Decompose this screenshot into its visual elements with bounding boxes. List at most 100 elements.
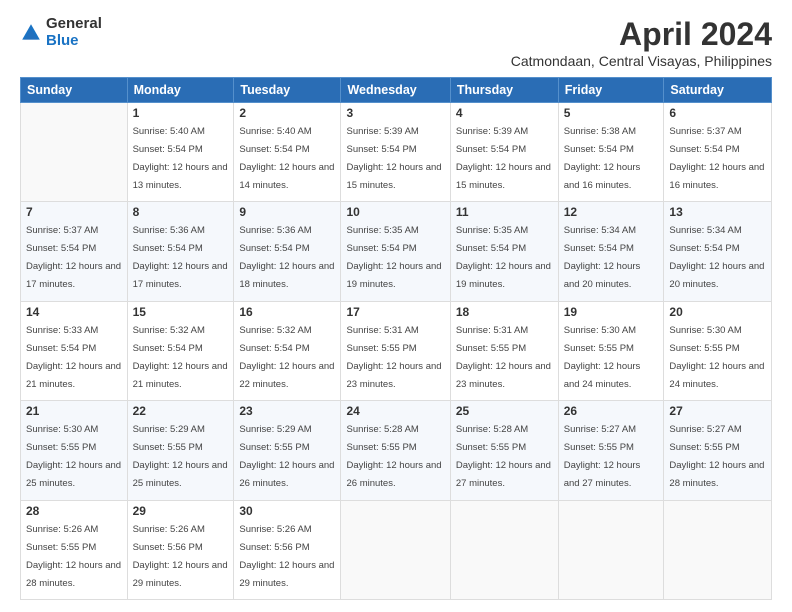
day-number: 7: [26, 205, 122, 219]
day-info: Sunrise: 5:37 AMSunset: 5:54 PMDaylight:…: [26, 225, 121, 290]
day-number: 10: [346, 205, 444, 219]
day-number: 23: [239, 404, 335, 418]
col-friday: Friday: [558, 78, 664, 103]
day-number: 8: [133, 205, 229, 219]
calendar-cell: 10 Sunrise: 5:35 AMSunset: 5:54 PMDaylig…: [341, 202, 450, 301]
col-tuesday: Tuesday: [234, 78, 341, 103]
day-number: 2: [239, 106, 335, 120]
location: Catmondaan, Central Visayas, Philippines: [511, 53, 772, 69]
day-info: Sunrise: 5:30 AMSunset: 5:55 PMDaylight:…: [26, 424, 121, 489]
calendar-cell: [664, 500, 772, 599]
week-row-1: 1 Sunrise: 5:40 AMSunset: 5:54 PMDayligh…: [21, 103, 772, 202]
day-info: Sunrise: 5:37 AMSunset: 5:54 PMDaylight:…: [669, 126, 764, 191]
calendar-cell: 11 Sunrise: 5:35 AMSunset: 5:54 PMDaylig…: [450, 202, 558, 301]
day-info: Sunrise: 5:34 AMSunset: 5:54 PMDaylight:…: [564, 225, 641, 290]
calendar-cell: 24 Sunrise: 5:28 AMSunset: 5:55 PMDaylig…: [341, 401, 450, 500]
logo-icon: [20, 22, 42, 44]
day-info: Sunrise: 5:34 AMSunset: 5:54 PMDaylight:…: [669, 225, 764, 290]
logo-blue: Blue: [46, 33, 102, 50]
logo: General Blue: [20, 16, 102, 49]
calendar-cell: 3 Sunrise: 5:39 AMSunset: 5:54 PMDayligh…: [341, 103, 450, 202]
day-info: Sunrise: 5:38 AMSunset: 5:54 PMDaylight:…: [564, 126, 641, 191]
day-info: Sunrise: 5:27 AMSunset: 5:55 PMDaylight:…: [669, 424, 764, 489]
month-title: April 2024: [511, 16, 772, 53]
day-info: Sunrise: 5:26 AMSunset: 5:55 PMDaylight:…: [26, 524, 121, 589]
day-number: 13: [669, 205, 766, 219]
day-number: 20: [669, 305, 766, 319]
title-area: April 2024 Catmondaan, Central Visayas, …: [511, 16, 772, 69]
calendar-cell: 13 Sunrise: 5:34 AMSunset: 5:54 PMDaylig…: [664, 202, 772, 301]
logo-general: General: [46, 16, 102, 33]
calendar-cell: 12 Sunrise: 5:34 AMSunset: 5:54 PMDaylig…: [558, 202, 664, 301]
day-number: 17: [346, 305, 444, 319]
calendar-cell: 22 Sunrise: 5:29 AMSunset: 5:55 PMDaylig…: [127, 401, 234, 500]
calendar-cell: 15 Sunrise: 5:32 AMSunset: 5:54 PMDaylig…: [127, 301, 234, 400]
day-number: 24: [346, 404, 444, 418]
day-info: Sunrise: 5:28 AMSunset: 5:55 PMDaylight:…: [456, 424, 551, 489]
calendar-cell: [558, 500, 664, 599]
day-number: 12: [564, 205, 659, 219]
day-info: Sunrise: 5:35 AMSunset: 5:54 PMDaylight:…: [346, 225, 441, 290]
day-info: Sunrise: 5:29 AMSunset: 5:55 PMDaylight:…: [239, 424, 334, 489]
calendar-cell: 16 Sunrise: 5:32 AMSunset: 5:54 PMDaylig…: [234, 301, 341, 400]
week-row-4: 21 Sunrise: 5:30 AMSunset: 5:55 PMDaylig…: [21, 401, 772, 500]
day-number: 22: [133, 404, 229, 418]
day-number: 19: [564, 305, 659, 319]
day-info: Sunrise: 5:36 AMSunset: 5:54 PMDaylight:…: [239, 225, 334, 290]
day-number: 30: [239, 504, 335, 518]
day-number: 18: [456, 305, 553, 319]
calendar-cell: 1 Sunrise: 5:40 AMSunset: 5:54 PMDayligh…: [127, 103, 234, 202]
day-number: 26: [564, 404, 659, 418]
calendar-cell: 30 Sunrise: 5:26 AMSunset: 5:56 PMDaylig…: [234, 500, 341, 599]
col-sunday: Sunday: [21, 78, 128, 103]
day-number: 27: [669, 404, 766, 418]
calendar-cell: 17 Sunrise: 5:31 AMSunset: 5:55 PMDaylig…: [341, 301, 450, 400]
week-row-5: 28 Sunrise: 5:26 AMSunset: 5:55 PMDaylig…: [21, 500, 772, 599]
day-info: Sunrise: 5:32 AMSunset: 5:54 PMDaylight:…: [133, 325, 228, 390]
day-number: 6: [669, 106, 766, 120]
day-number: 3: [346, 106, 444, 120]
calendar-cell: 28 Sunrise: 5:26 AMSunset: 5:55 PMDaylig…: [21, 500, 128, 599]
calendar-cell: 4 Sunrise: 5:39 AMSunset: 5:54 PMDayligh…: [450, 103, 558, 202]
calendar-cell: 26 Sunrise: 5:27 AMSunset: 5:55 PMDaylig…: [558, 401, 664, 500]
day-number: 21: [26, 404, 122, 418]
day-info: Sunrise: 5:28 AMSunset: 5:55 PMDaylight:…: [346, 424, 441, 489]
header: General Blue April 2024 Catmondaan, Cent…: [20, 16, 772, 69]
calendar-cell: 29 Sunrise: 5:26 AMSunset: 5:56 PMDaylig…: [127, 500, 234, 599]
day-info: Sunrise: 5:29 AMSunset: 5:55 PMDaylight:…: [133, 424, 228, 489]
day-number: 28: [26, 504, 122, 518]
calendar-cell: 18 Sunrise: 5:31 AMSunset: 5:55 PMDaylig…: [450, 301, 558, 400]
day-info: Sunrise: 5:33 AMSunset: 5:54 PMDaylight:…: [26, 325, 121, 390]
col-thursday: Thursday: [450, 78, 558, 103]
calendar-cell: 7 Sunrise: 5:37 AMSunset: 5:54 PMDayligh…: [21, 202, 128, 301]
day-number: 9: [239, 205, 335, 219]
day-info: Sunrise: 5:27 AMSunset: 5:55 PMDaylight:…: [564, 424, 641, 489]
calendar-cell: 21 Sunrise: 5:30 AMSunset: 5:55 PMDaylig…: [21, 401, 128, 500]
day-info: Sunrise: 5:32 AMSunset: 5:54 PMDaylight:…: [239, 325, 334, 390]
day-number: 11: [456, 205, 553, 219]
calendar-cell: 8 Sunrise: 5:36 AMSunset: 5:54 PMDayligh…: [127, 202, 234, 301]
day-info: Sunrise: 5:26 AMSunset: 5:56 PMDaylight:…: [239, 524, 334, 589]
calendar-cell: 9 Sunrise: 5:36 AMSunset: 5:54 PMDayligh…: [234, 202, 341, 301]
day-info: Sunrise: 5:36 AMSunset: 5:54 PMDaylight:…: [133, 225, 228, 290]
calendar-cell: 20 Sunrise: 5:30 AMSunset: 5:55 PMDaylig…: [664, 301, 772, 400]
logo-text: General Blue: [46, 16, 102, 49]
calendar-cell: 6 Sunrise: 5:37 AMSunset: 5:54 PMDayligh…: [664, 103, 772, 202]
day-number: 16: [239, 305, 335, 319]
col-wednesday: Wednesday: [341, 78, 450, 103]
day-number: 1: [133, 106, 229, 120]
day-info: Sunrise: 5:39 AMSunset: 5:54 PMDaylight:…: [456, 126, 551, 191]
calendar-cell: 5 Sunrise: 5:38 AMSunset: 5:54 PMDayligh…: [558, 103, 664, 202]
col-saturday: Saturday: [664, 78, 772, 103]
header-row: Sunday Monday Tuesday Wednesday Thursday…: [21, 78, 772, 103]
calendar-cell: 19 Sunrise: 5:30 AMSunset: 5:55 PMDaylig…: [558, 301, 664, 400]
day-info: Sunrise: 5:40 AMSunset: 5:54 PMDaylight:…: [239, 126, 334, 191]
calendar-cell: 25 Sunrise: 5:28 AMSunset: 5:55 PMDaylig…: [450, 401, 558, 500]
calendar-cell: [21, 103, 128, 202]
day-number: 14: [26, 305, 122, 319]
page: General Blue April 2024 Catmondaan, Cent…: [0, 0, 792, 612]
day-info: Sunrise: 5:40 AMSunset: 5:54 PMDaylight:…: [133, 126, 228, 191]
calendar-cell: 27 Sunrise: 5:27 AMSunset: 5:55 PMDaylig…: [664, 401, 772, 500]
day-info: Sunrise: 5:31 AMSunset: 5:55 PMDaylight:…: [456, 325, 551, 390]
day-info: Sunrise: 5:31 AMSunset: 5:55 PMDaylight:…: [346, 325, 441, 390]
